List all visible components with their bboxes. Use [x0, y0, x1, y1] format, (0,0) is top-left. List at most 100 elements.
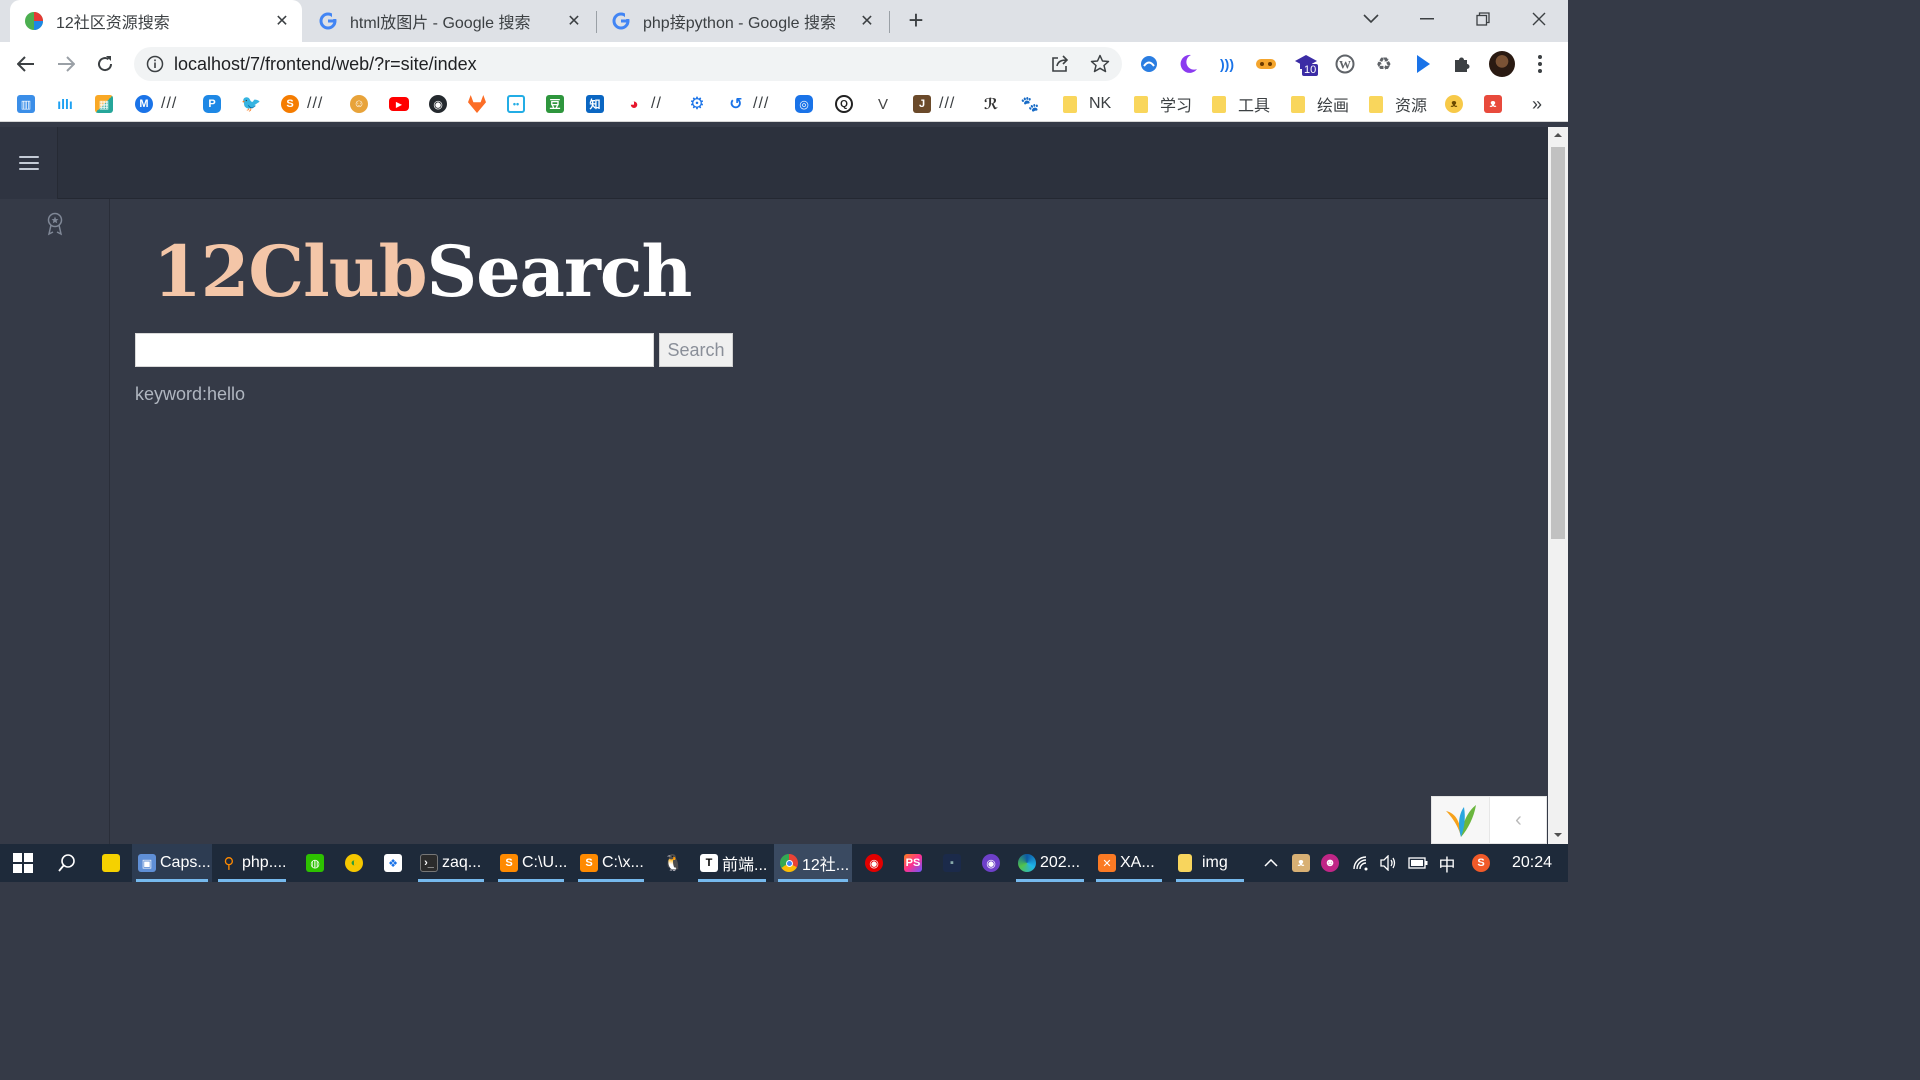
- wordpress-extension-icon[interactable]: W: [1333, 52, 1357, 76]
- taskbar-app[interactable]: S C:\x...: [574, 844, 648, 882]
- close-window-button[interactable]: [1511, 0, 1567, 38]
- battery-button[interactable]: [1405, 844, 1431, 882]
- restore-button[interactable]: [1455, 0, 1511, 38]
- recycle-extension-icon[interactable]: ♻: [1372, 52, 1396, 76]
- bookmark-item[interactable]: ▶: [389, 94, 409, 114]
- taskbar-app[interactable]: 12社...: [774, 844, 852, 882]
- close-tab-icon[interactable]: ✕: [562, 11, 586, 31]
- new-tab-button[interactable]: +: [902, 6, 930, 34]
- bookmark-item[interactable]: V: [874, 94, 892, 114]
- bookmark-item[interactable]: J ///: [913, 94, 955, 114]
- wifi-button[interactable]: [1349, 844, 1373, 882]
- scrollbar-thumb[interactable]: [1551, 147, 1565, 539]
- bookmark-item[interactable]: ⚙: [688, 94, 706, 114]
- url-text[interactable]: localhost/7/frontend/web/?r=site/index: [174, 54, 477, 75]
- award-icon[interactable]: [44, 211, 66, 237]
- page-scrollbar[interactable]: [1548, 127, 1568, 844]
- bookmark-item[interactable]: ▦: [95, 94, 113, 114]
- jetbrains-app[interactable]: PS: [894, 844, 932, 882]
- bookmark-item[interactable]: 🐦: [241, 94, 261, 114]
- qq-app[interactable]: 🐧: [654, 844, 692, 882]
- bookmark-item[interactable]: 🐾: [1021, 94, 1039, 114]
- bookmark-folder-tools[interactable]: 工具: [1212, 94, 1270, 115]
- back-button[interactable]: [12, 50, 40, 78]
- bookmark-item[interactable]: P: [203, 94, 221, 114]
- taskbar-app[interactable]: T 前端...: [694, 844, 770, 882]
- browser-menu-icon[interactable]: [1528, 52, 1552, 76]
- tab-search-button[interactable]: [1343, 0, 1399, 38]
- tab-php-python-search[interactable]: php接python - Google 搜索 ✕: [597, 0, 887, 42]
- tab-html-image-search[interactable]: html放图片 - Google 搜索 ✕: [304, 0, 594, 42]
- bookmark-item[interactable]: 知: [586, 94, 604, 114]
- ime-indicator[interactable]: 中: [1434, 844, 1460, 882]
- tab-12club-search[interactable]: 12社区资源搜索 ✕: [10, 0, 302, 42]
- netease-music-app[interactable]: ◉: [855, 844, 893, 882]
- address-bar[interactable]: localhost/7/frontend/web/?r=site/index: [134, 47, 1122, 81]
- tray-overflow-button[interactable]: [1259, 844, 1283, 882]
- bookmark-item[interactable]: ◉: [429, 94, 447, 114]
- bookmark-item[interactable]: ◎: [795, 94, 813, 114]
- bookmark-item[interactable]: ℛ: [982, 94, 1000, 114]
- clock[interactable]: 20:24: [1504, 844, 1560, 882]
- bookmark-folder-nk[interactable]: NK: [1063, 94, 1111, 114]
- bookmarks-overflow-button[interactable]: »: [1532, 94, 1542, 114]
- scroll-up-icon[interactable]: [1548, 127, 1568, 143]
- bookmark-item[interactable]: ◕ //: [625, 94, 662, 114]
- share-icon[interactable]: [1050, 54, 1070, 74]
- hamburger-menu-icon[interactable]: [19, 156, 39, 170]
- bookmark-item[interactable]: ▥: [17, 94, 35, 114]
- bookmark-folder-resources[interactable]: 资源: [1369, 94, 1427, 115]
- bookmark-item[interactable]: ᴥ: [1445, 94, 1463, 114]
- wechat-app[interactable]: ◍: [296, 844, 334, 882]
- reload-button[interactable]: [91, 50, 119, 78]
- github-desktop-app[interactable]: ◉: [972, 844, 1010, 882]
- bookmark-item[interactable]: ᴥ: [1484, 94, 1502, 114]
- bookmark-folder-drawing[interactable]: 绘画: [1291, 94, 1349, 115]
- moon-extension-icon[interactable]: [1176, 52, 1200, 76]
- graduation-cap-extension-icon[interactable]: 10: [1294, 52, 1319, 76]
- search-input[interactable]: [135, 333, 654, 367]
- search-button[interactable]: Search: [659, 333, 733, 367]
- tray-cat-app[interactable]: ᴥ: [1289, 844, 1313, 882]
- star-icon[interactable]: [1090, 54, 1110, 74]
- sogou-ime-button[interactable]: S: [1468, 844, 1494, 882]
- taskbar-app[interactable]: ›_ zaq...: [414, 844, 488, 882]
- cursor-extension-icon[interactable]: [1411, 52, 1435, 76]
- tampermonkey-extension-icon[interactable]: [1254, 52, 1278, 76]
- bookmark-item[interactable]: M ///: [135, 94, 177, 114]
- volume-button[interactable]: [1376, 844, 1400, 882]
- scroll-down-icon[interactable]: [1548, 827, 1568, 843]
- taskbar-app[interactable]: 202...: [1012, 844, 1088, 882]
- minimize-button[interactable]: [1399, 0, 1455, 38]
- taskbar-app[interactable]: img: [1172, 844, 1248, 882]
- bookmark-item[interactable]: S ///: [281, 94, 323, 114]
- bookmark-folder-study[interactable]: 学习: [1134, 94, 1192, 115]
- taskbar-search-button[interactable]: [48, 844, 86, 882]
- taskbar-app[interactable]: ▣ Caps...: [132, 844, 212, 882]
- taskbar-app[interactable]: ✕ XA...: [1092, 844, 1166, 882]
- info-icon[interactable]: [146, 55, 164, 73]
- puzzle-extensions-icon[interactable]: [1450, 52, 1474, 76]
- bookmark-item[interactable]: ☺: [350, 94, 368, 114]
- bookmark-item[interactable]: Q: [835, 94, 853, 114]
- sound-extension-icon[interactable]: ))): [1215, 52, 1239, 76]
- yii-logo-icon[interactable]: [1432, 797, 1490, 843]
- close-tab-icon[interactable]: ✕: [270, 11, 294, 31]
- start-button[interactable]: [4, 844, 42, 882]
- taskbar-app-yellow[interactable]: ◐: [335, 844, 373, 882]
- toolbar-collapse-icon[interactable]: ‹: [1490, 797, 1547, 843]
- taskbar-app-mindmap[interactable]: ❖: [374, 844, 412, 882]
- bookmark-item[interactable]: ıllı: [56, 94, 74, 114]
- taskbar-app-dark[interactable]: ▪: [933, 844, 971, 882]
- bookmark-item[interactable]: 豆: [546, 94, 564, 114]
- taskbar-app[interactable]: ⚲ php....: [214, 844, 290, 882]
- tray-character-app[interactable]: ☻: [1318, 844, 1342, 882]
- bookmark-item[interactable]: ↺ ///: [727, 94, 769, 114]
- forward-button[interactable]: [52, 50, 80, 78]
- bookmark-item[interactable]: ••: [507, 94, 525, 114]
- profile-avatar[interactable]: [1489, 51, 1515, 77]
- yii-debug-toolbar[interactable]: ‹: [1431, 796, 1547, 844]
- bookmark-item[interactable]: [468, 94, 486, 114]
- cloud-extension-icon[interactable]: [1137, 52, 1161, 76]
- sticky-notes-app[interactable]: [92, 844, 130, 882]
